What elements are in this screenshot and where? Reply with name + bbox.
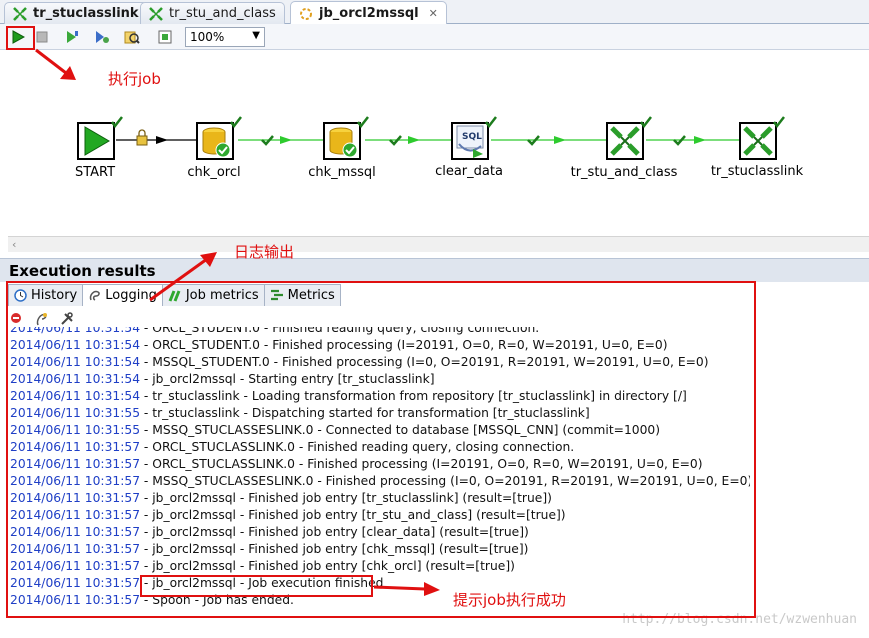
node-label: tr_stuclasslink: [710, 164, 804, 179]
node-label: clear_data: [435, 164, 503, 179]
tab-label: tr_stu_and_class: [169, 6, 276, 21]
transformation-icon: [739, 122, 777, 160]
chk-mssql-node[interactable]: [323, 116, 369, 162]
tr-stu-and-class-node[interactable]: [606, 116, 652, 162]
success-annotation: 提示job执行成功: [453, 591, 566, 609]
tab-label: tr_stuclasslink: [33, 6, 139, 21]
verify-button[interactable]: [122, 27, 142, 47]
hop-line: [238, 135, 323, 146]
zoom-select[interactable]: 100% ▼: [185, 27, 265, 47]
success-check-icon: [357, 116, 369, 128]
success-check-icon: [773, 116, 785, 128]
chk-orcl-node[interactable]: [196, 116, 242, 162]
hop-line: [646, 135, 739, 146]
execution-results-title: Execution results: [0, 258, 869, 282]
tab-label: jb_orcl2mssql: [319, 6, 419, 21]
table-exists-icon: [196, 122, 234, 160]
start-icon: [77, 122, 115, 160]
job-icon: [300, 7, 312, 20]
success-check-icon: [111, 116, 123, 128]
sql-icon: SQL: [451, 122, 489, 160]
stop-icon: [36, 31, 48, 43]
log-highlight-box: [6, 281, 756, 618]
transformation-icon: [149, 6, 163, 21]
hop-arrow-icon: [156, 136, 168, 144]
stop-button[interactable]: [32, 27, 52, 47]
job-toolbar: 100% ▼: [0, 24, 869, 50]
replay-button[interactable]: [62, 27, 82, 47]
table-exists-icon: [323, 122, 361, 160]
success-check-icon: [485, 116, 497, 128]
clear-data-node[interactable]: SQL: [451, 116, 497, 162]
tab-tr-stuclasslink[interactable]: tr_stuclasslink: [4, 2, 148, 24]
success-check-icon: [230, 116, 242, 128]
success-check-icon: [640, 116, 652, 128]
chevron-down-icon: ▼: [252, 30, 260, 41]
hop-line: [491, 135, 606, 146]
tab-tr-stu-and-class[interactable]: tr_stu_and_class: [140, 2, 285, 24]
canvas-scrollbar[interactable]: ‹: [8, 236, 869, 252]
zoom-value: 100%: [190, 30, 225, 44]
lock-icon: [136, 129, 148, 146]
tr-stuclasslink-node[interactable]: [739, 116, 785, 162]
chevron-left-icon[interactable]: ‹: [12, 238, 16, 251]
impact-icon: [158, 30, 172, 44]
log-annotation: 日志输出: [234, 243, 295, 261]
transformation-icon: [606, 122, 644, 160]
start-node[interactable]: [77, 116, 123, 162]
finished-highlight-box: [140, 575, 373, 597]
verify-icon: [124, 31, 140, 44]
debug-icon: [96, 31, 109, 43]
replay-icon: [67, 31, 78, 43]
debug-button[interactable]: [92, 27, 112, 47]
run-highlight-box: [6, 26, 35, 50]
run-annotation: 执行job: [108, 70, 161, 88]
tab-jb-orcl2mssql[interactable]: jb_orcl2mssql ✕: [290, 1, 447, 25]
close-tab-icon[interactable]: ✕: [429, 7, 438, 20]
svg-text:SQL: SQL: [462, 132, 482, 142]
editor-tab-bar: tr_stuclasslink tr_stu_and_class jb_orcl…: [0, 0, 869, 25]
impact-button[interactable]: [155, 27, 175, 47]
hop-line: [365, 135, 451, 146]
transformation-icon: [13, 6, 27, 21]
